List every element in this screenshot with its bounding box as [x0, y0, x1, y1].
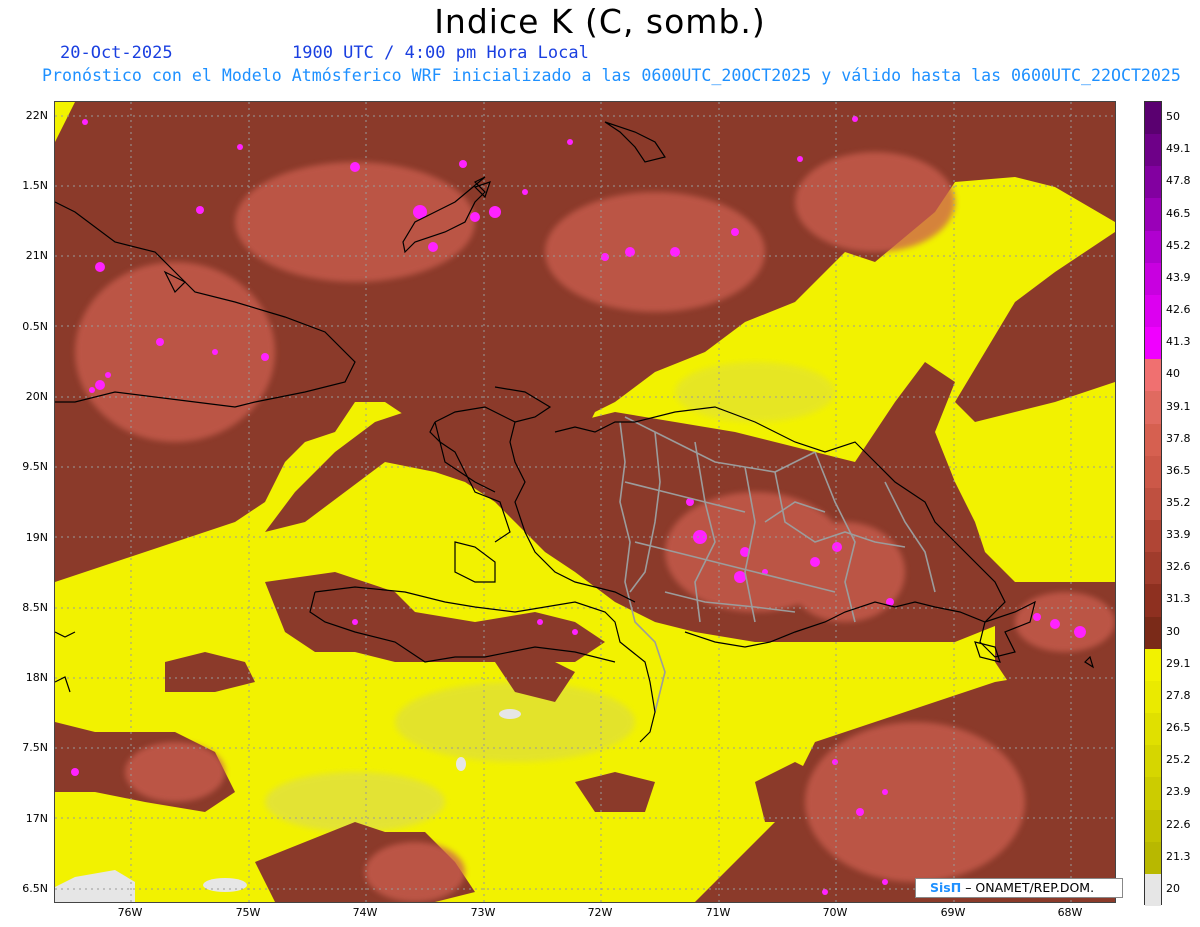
colorbar-tick-label: 29.1	[1166, 656, 1191, 670]
credit-text: – ONAMET/REP.DOM.	[965, 880, 1095, 895]
colorbar-segment	[1145, 359, 1161, 392]
lat-label-21n: 21N	[25, 249, 48, 262]
lat-label-20n: 20N	[25, 390, 48, 403]
lon-label-68w: 68W	[1057, 906, 1083, 919]
lat-label-21.5n: 1.5N	[22, 179, 48, 192]
date-label: 20-Oct-2025	[60, 43, 173, 63]
colorbar-tick-label: 39.1	[1166, 399, 1191, 413]
colorbar-segment	[1145, 680, 1161, 714]
lon-label-73w: 73W	[470, 906, 496, 919]
colorbar-tick-label: 22.6	[1166, 817, 1191, 831]
lat-label-17.5n: 7.5N	[22, 741, 48, 754]
colorbar-segment	[1145, 294, 1161, 328]
sispi-logo: SisΠ	[930, 880, 962, 895]
colorbar-segment	[1145, 391, 1161, 425]
colorbar-segment	[1145, 230, 1161, 264]
colorbar-tick-label: 47.8	[1166, 174, 1191, 188]
colorbar-tick-label: 43.9	[1166, 270, 1191, 284]
colorbar-segment	[1145, 102, 1161, 135]
colorbar-segment	[1145, 552, 1161, 585]
colorbar-segment	[1145, 423, 1161, 457]
colorbar-segment	[1145, 487, 1161, 521]
lat-label-20.5n: 0.5N	[22, 320, 48, 333]
lon-label-71w: 71W	[705, 906, 731, 919]
colorbar-tick-label: 49.1	[1166, 142, 1191, 156]
colorbar-segment	[1145, 841, 1161, 875]
colorbar-tick-label: 50	[1166, 110, 1180, 124]
colorbar-tick-label: 37.8	[1166, 431, 1191, 445]
colorbar-segment	[1145, 166, 1161, 199]
map-canvas	[55, 102, 1115, 902]
colorbar-tick-label: 33.9	[1166, 528, 1191, 542]
k-index-map	[54, 101, 1116, 903]
lon-label-74w: 74W	[352, 906, 378, 919]
lat-label-18n: 18N	[25, 671, 48, 684]
colorbar-segment	[1145, 873, 1161, 907]
valid-time-label: 1900 UTC / 4:00 pm Hora Local	[292, 43, 589, 63]
lat-label-22n: 22N	[25, 109, 48, 122]
colorbar-segment	[1145, 134, 1161, 167]
colorbar-segment	[1145, 745, 1161, 778]
colorbar-tick-label: 32.6	[1166, 560, 1191, 574]
colorbar-tick-label: 21.3	[1166, 849, 1191, 863]
lat-label-19.5n: 9.5N	[22, 460, 48, 473]
colorbar-segment	[1145, 584, 1161, 618]
colorbar-tick-label: 31.3	[1166, 592, 1191, 606]
colorbar-tick-label: 45.2	[1166, 238, 1191, 252]
lon-label-76w: 76W	[117, 906, 143, 919]
colorbar-segment	[1145, 198, 1161, 232]
lon-label-70w: 70W	[822, 906, 848, 919]
lat-label-16.5n: 6.5N	[22, 882, 48, 895]
colorbar-segment	[1145, 809, 1161, 843]
colorbar-segment	[1145, 455, 1161, 489]
colorbar-tick-label: 27.8	[1166, 688, 1191, 702]
colorbar-tick-label: 40	[1166, 367, 1180, 381]
colorbar-tick-label: 26.5	[1166, 721, 1191, 735]
colorbar-tick-label: 36.5	[1166, 463, 1191, 477]
colorbar-tick-label: 25.2	[1166, 753, 1191, 767]
colorbar-tick-label: 23.9	[1166, 785, 1191, 799]
lat-label-19n: 19N	[25, 531, 48, 544]
lat-label-17n: 17N	[25, 812, 48, 825]
colorbar-tick-label: 41.3	[1166, 335, 1191, 349]
forecast-description: Pronóstico con el Modelo Atmósferico WRF…	[42, 66, 1181, 85]
colorbar-segment	[1145, 327, 1161, 360]
colorbar-tick-label: 20	[1166, 881, 1180, 895]
lat-label-18.5n: 8.5N	[22, 601, 48, 614]
colorbar-segment	[1145, 262, 1161, 296]
colorbar-segment	[1145, 777, 1161, 811]
colorbar-segment	[1145, 648, 1161, 682]
colorbar-segment	[1145, 616, 1161, 650]
lon-label-75w: 75W	[235, 906, 261, 919]
map-title: Indice K (C, somb.)	[434, 2, 766, 41]
lon-label-69w: 69W	[940, 906, 966, 919]
lon-label-72w: 72W	[587, 906, 613, 919]
colorbar	[1144, 101, 1162, 907]
credit-box: SisΠ – ONAMET/REP.DOM.	[915, 878, 1123, 898]
colorbar-tick-label: 42.6	[1166, 303, 1191, 317]
colorbar-segment	[1145, 520, 1161, 553]
colorbar-segment	[1145, 713, 1161, 746]
colorbar-tick-label: 30	[1166, 624, 1180, 638]
colorbar-tick-label: 35.2	[1166, 496, 1191, 509]
colorbar-tick-label: 46.5	[1166, 206, 1191, 220]
